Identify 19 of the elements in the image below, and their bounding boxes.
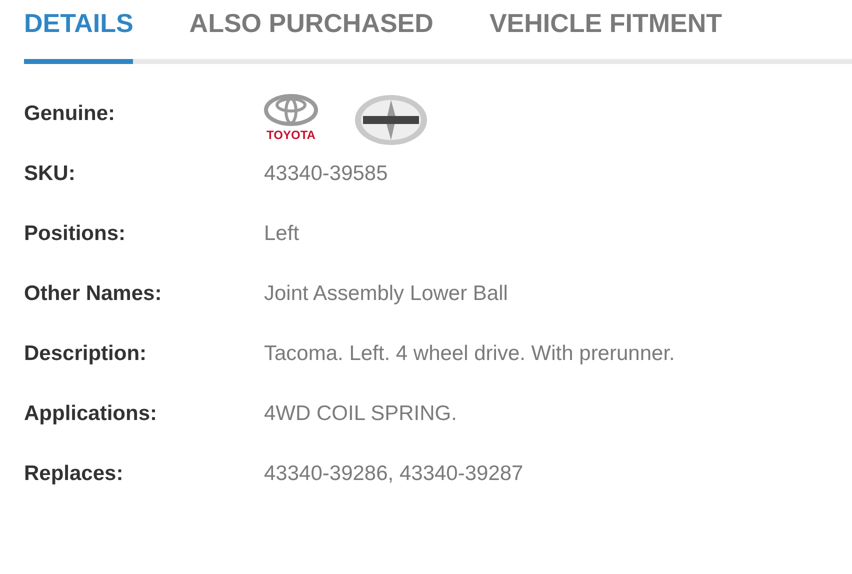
detail-label: Description:	[24, 341, 148, 367]
detail-value: 43340-39585	[264, 161, 388, 187]
tab[interactable]: ALSO PURCHASED	[189, 8, 434, 64]
oval-emblem-icon	[264, 94, 318, 126]
tab[interactable]: DETAILS	[24, 8, 134, 64]
detail-label: SKU:	[24, 161, 76, 187]
detail-value: Tacoma. Left. 4 wheel drive. With prerunner.	[264, 341, 675, 367]
detail-label: Applications:	[24, 401, 158, 427]
detail-label: Genuine:	[24, 101, 116, 127]
detail-label: Other Names:	[24, 281, 163, 307]
brand-name: TOYOTA	[266, 128, 316, 142]
oval-emblem-icon	[354, 94, 428, 146]
detail-label: Replaces:	[24, 461, 124, 487]
detail-value: 43340-39286, 43340-39287	[264, 461, 524, 487]
detail-value: 4WD COIL SPRING.	[264, 401, 457, 427]
detail-label: Positions:	[24, 221, 127, 247]
detail-value: Left	[264, 221, 300, 247]
detail-value: Joint Assembly Lower Ball	[264, 281, 508, 307]
tab[interactable]: VEHICLE FITMENT	[489, 8, 722, 64]
